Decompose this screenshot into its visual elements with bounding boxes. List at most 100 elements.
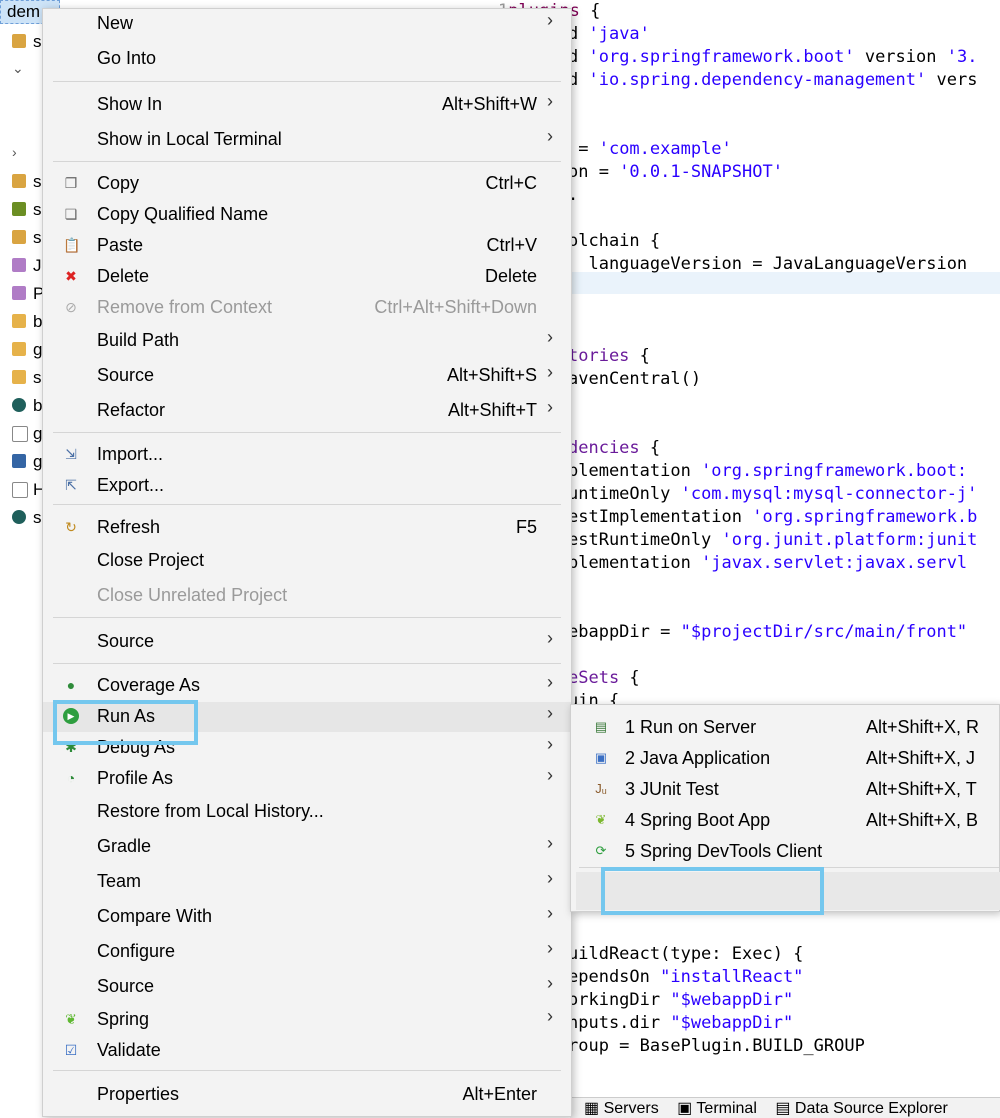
submenu-item-shortcut: Alt+Shift+X, J [866, 748, 976, 768]
menu-item-label: Show In [97, 94, 163, 114]
submenu-item-1-run-on-server[interactable]: ▤ 1 Run on Server Alt+Shift+X, R [571, 713, 999, 743]
code-token: olchain { [568, 231, 661, 251]
menu-item-compare-with[interactable]: Compare With › [43, 902, 571, 932]
submenu-arrow-icon: › [547, 628, 553, 648]
spring-boot-icon: ❦ [595, 812, 607, 827]
submenu-arrow-icon: › [547, 973, 553, 993]
coverage-icon: ● [66, 677, 76, 693]
code-line: plementation 'javax.servlet:javax.servl [568, 552, 967, 575]
menu-item-team[interactable]: Team › [43, 867, 571, 897]
menu-item-new[interactable]: New › [43, 9, 571, 39]
code-token: { [579, 1, 601, 21]
tree-row-label: s [33, 228, 42, 247]
submenu-arrow-icon: › [547, 10, 553, 30]
menu-item-label: Close Project [97, 550, 205, 570]
code-token: ependsOn [568, 967, 661, 987]
menu-item-spring[interactable]: ❦ Spring › [43, 1005, 571, 1035]
submenu-item-shortcut: Alt+Shift+X, B [866, 810, 979, 830]
menu-item-restore-from-local-history[interactable]: Restore from Local History... [43, 797, 571, 827]
menu-item-profile-as[interactable]: ◔ Profile As › [43, 764, 571, 794]
code-token: eSets [568, 668, 620, 688]
context-menu: New › Go Into Show In Alt+Shift+W › Show in Lo… [42, 8, 572, 1117]
menu-item-paste[interactable]: 📋 Paste Ctrl+V [43, 231, 571, 261]
menu-item-copy[interactable]: ❐ Copy Ctrl+C [43, 169, 571, 199]
code-token: 'io.spring.dependency-management' [588, 70, 927, 90]
menu-item-show-in-local-terminal[interactable]: Show in Local Terminal › [43, 125, 571, 155]
submenu-arrow-icon: › [547, 833, 553, 853]
code-token: orkingDir [568, 990, 671, 1010]
menu-item-source[interactable]: Source › [43, 972, 571, 1002]
gradle-elephant-icon [12, 398, 26, 412]
menu-item-gradle[interactable]: Gradle › [43, 832, 571, 862]
devtools-icon: ⟳ [595, 843, 607, 858]
menu-item-go-into[interactable]: Go Into [43, 44, 571, 74]
menu-item-source[interactable]: Source › [43, 627, 571, 657]
menu-item-import[interactable]: ⇲ Import... [43, 440, 571, 470]
menu-item-configure[interactable]: Configure › [43, 937, 571, 967]
menu-item-show-in[interactable]: Show In Alt+Shift+W › [43, 90, 571, 120]
submenu-arrow-icon: › [547, 734, 553, 754]
menu-item-label: Import... [97, 444, 164, 464]
menu-item-shortcut: Alt+Enter [462, 1084, 537, 1104]
code-line: plementation 'org.springframework.boot: [568, 460, 967, 483]
submenu-arrow-icon: › [547, 126, 553, 146]
menu-item-label: Source [97, 976, 155, 996]
menu-item-build-path[interactable]: Build Path › [43, 326, 571, 356]
package-folder-icon [12, 230, 26, 244]
code-token: "$webappDir" [670, 990, 794, 1010]
tab-data-source-explorer[interactable]: ▤ Data Source Explorer [775, 1098, 948, 1118]
code-token: { [629, 346, 650, 366]
profile-icon: ◔ [66, 770, 76, 786]
menu-separator [53, 432, 561, 433]
collapse-chevron-icon[interactable]: › [12, 140, 17, 164]
menu-separator [53, 81, 561, 82]
menu-item-validate[interactable]: ☑ Validate [43, 1036, 571, 1066]
code-line: d 'org.springframework.boot' version '3. [568, 46, 977, 69]
menu-item-close-unrelated-project: Close Unrelated Project [43, 581, 571, 611]
code-line: ebappDir = "$projectDir/src/main/front" [568, 621, 967, 644]
code-token: 'org.springframework.boot' [588, 47, 855, 67]
menu-item-coverage-as[interactable]: ● Coverage As › [43, 671, 571, 701]
expand-chevron-icon[interactable]: ⌄ [12, 56, 24, 80]
menu-item-properties[interactable]: Properties Alt+Enter [43, 1080, 571, 1110]
tab-terminal[interactable]: ▣ Terminal [677, 1098, 757, 1118]
submenu-item-2-java-application[interactable]: ▣ 2 Java Application Alt+Shift+X, J [571, 744, 999, 774]
tree-row-label: s [33, 200, 42, 219]
menu-item-source[interactable]: Source Alt+Shift+S › [43, 361, 571, 391]
menu-item-label: Gradle [97, 836, 152, 856]
menu-item-label: Configure [97, 941, 176, 961]
code-token: "installReact" [660, 967, 804, 987]
tab-servers[interactable]: ▦ Servers [584, 1098, 659, 1118]
submenu-item-shortcut: Alt+Shift+X, T [866, 779, 977, 799]
menu-item-label: Export... [97, 475, 165, 495]
menu-item-label: Build Path [97, 330, 180, 350]
submenu-item-label: 5 Spring DevTools Client [625, 841, 823, 861]
menu-item-label: Close Unrelated Project [97, 585, 288, 605]
code-token: uildReact(type: Exec) { [568, 944, 804, 964]
code-line: languageVersion = JavaLanguageVersion [568, 253, 967, 276]
submenu-item-5-spring-devtools-client[interactable]: ⟳ 5 Spring DevTools Client [571, 837, 999, 867]
menu-item-copy-qualified-name[interactable]: ❏ Copy Qualified Name [43, 200, 571, 230]
submenu-item-4-spring-boot-app[interactable]: ❦ 4 Spring Boot App Alt+Shift+X, B [571, 806, 999, 836]
help-file-icon [12, 482, 28, 498]
code-token: plementation [568, 553, 702, 573]
package-folder-icon [12, 202, 26, 216]
menu-item-export[interactable]: ⇱ Export... [43, 471, 571, 501]
menu-separator [53, 504, 561, 505]
menu-item-delete[interactable]: ✖ Delete Delete [43, 262, 571, 292]
menu-item-shortcut: Alt+Shift+W [441, 94, 537, 114]
bat-file-icon [12, 454, 26, 468]
menu-item-refresh[interactable]: ↻ Refresh F5 [43, 513, 571, 543]
submenu-arrow-icon: › [547, 672, 553, 692]
submenu-item-3-junit-test[interactable]: Jᵤ 3 JUnit Test Alt+Shift+X, T [571, 775, 999, 805]
gradle-elephant-icon [12, 510, 26, 524]
submenu-arrow-icon: › [547, 327, 553, 347]
menu-item-label: Coverage As [97, 675, 201, 695]
menu-item-label: Delete [97, 266, 150, 286]
menu-item-close-project[interactable]: Close Project [43, 546, 571, 576]
menu-separator [53, 1070, 561, 1071]
menu-item-label: Refresh [97, 517, 161, 537]
menu-item-refactor[interactable]: Refactor Alt+Shift+T › [43, 396, 571, 426]
code-token: avenCentral() [568, 369, 702, 389]
import-icon: ⇲ [65, 446, 77, 462]
